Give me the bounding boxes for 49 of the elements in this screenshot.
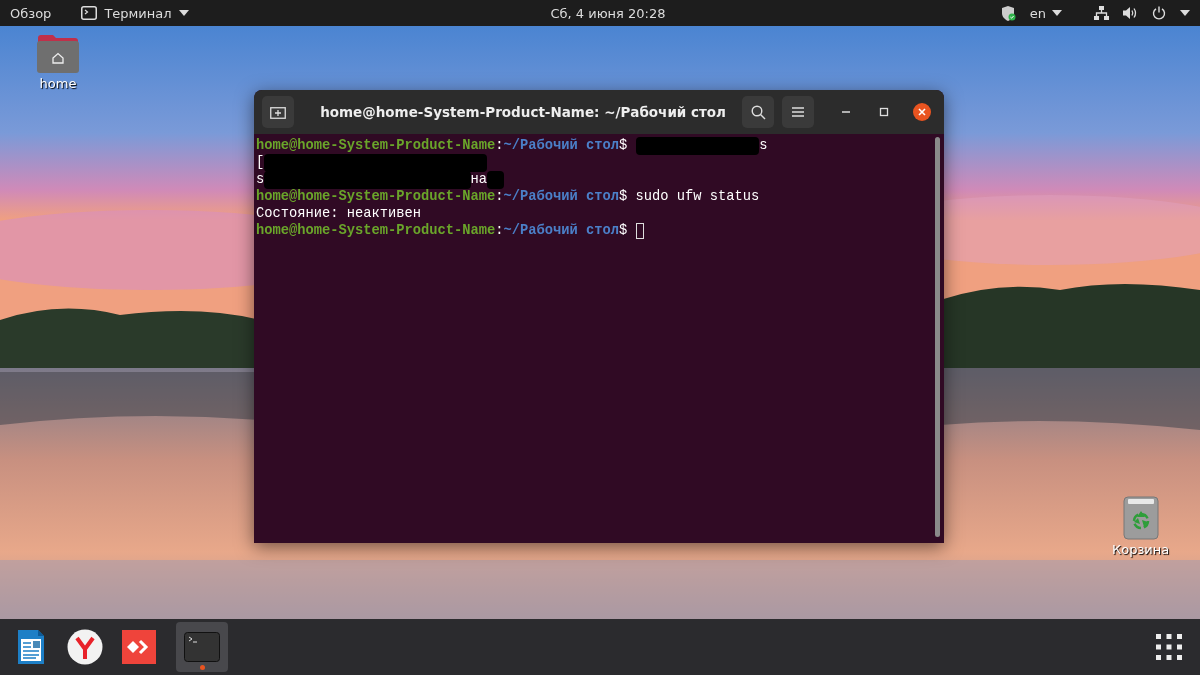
scrollbar[interactable] [935, 137, 940, 537]
prompt-path: ~/Рабочий стол [503, 222, 620, 239]
terminal-text: : [495, 222, 504, 239]
maximize-icon [879, 107, 889, 117]
menu-icon [791, 106, 805, 118]
y-logo-icon [67, 629, 103, 665]
terminal-text: : [495, 188, 504, 205]
search-button[interactable] [742, 96, 774, 128]
app-grid-icon[interactable] [1156, 634, 1182, 660]
terminal-icon [184, 632, 220, 662]
terminal-text: [ [256, 154, 265, 171]
search-icon [750, 104, 766, 120]
prompt-user: home@home-System-Product-Name [256, 137, 496, 154]
activities-button[interactable]: Обзор [10, 5, 52, 21]
document-icon [16, 630, 46, 664]
terminal-text: на [470, 171, 488, 188]
keyboard-layout-menu[interactable]: en [1029, 5, 1062, 21]
caret-icon [1052, 10, 1062, 16]
power-icon[interactable] [1152, 6, 1166, 20]
prompt-path: ~/Рабочий стол [503, 137, 620, 154]
new-tab-button[interactable] [262, 96, 294, 128]
minimize-icon [842, 111, 850, 113]
close-button[interactable] [912, 102, 932, 122]
terminal-text: Состояние: неактивен [256, 205, 422, 222]
running-indicator [200, 665, 205, 670]
app-menu[interactable]: Терминал [81, 5, 189, 21]
speaker-icon[interactable] [1123, 6, 1138, 20]
caret-icon [178, 10, 189, 16]
menu-button[interactable] [782, 96, 814, 128]
close-icon [913, 103, 931, 121]
terminal-text: $ [619, 222, 629, 239]
terminal-text: $ sudo ufw status [619, 188, 760, 205]
terminal-text: s [256, 171, 265, 188]
terminal-text: : [495, 137, 504, 154]
clock[interactable]: Сб, 4 июня 20:28 [550, 5, 666, 21]
window-title: home@home-System-Product-Name: ~/Рабочий стол [320, 104, 726, 120]
terminal-text: $ [619, 137, 629, 154]
text-cursor [635, 222, 644, 239]
trash-icon[interactable] [1122, 496, 1159, 540]
shield-icon[interactable] [1001, 5, 1016, 21]
network-icon[interactable] [1094, 6, 1109, 20]
prompt-user: home@home-System-Product-Name [256, 188, 496, 205]
terminal-text: s [759, 137, 768, 154]
caret-icon[interactable] [1180, 10, 1190, 16]
plus-icon [270, 105, 286, 119]
prompt-path: ~/Рабочий стол [503, 188, 620, 205]
prompt-user: home@home-System-Product-Name [256, 222, 496, 239]
home-folder-icon[interactable] [36, 34, 80, 74]
terminal-icon [81, 6, 98, 20]
